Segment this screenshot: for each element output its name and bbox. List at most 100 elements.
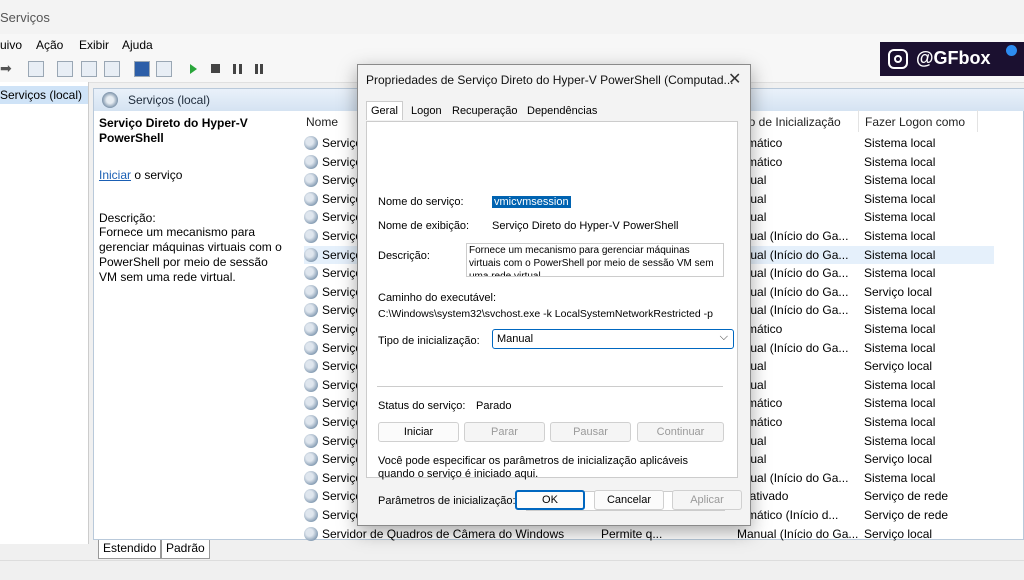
- service-gear-icon: [304, 210, 318, 225]
- description-text: Fornece um mecanismo para gerenciar máqu…: [99, 225, 282, 284]
- menu-help[interactable]: Ajuda: [122, 38, 153, 52]
- service-logon: Sistema local: [864, 303, 936, 318]
- service-logon: Serviço de rede: [864, 508, 949, 522]
- display-name-value[interactable]: Serviço Direto do Hyper-V PowerShell: [492, 220, 678, 232]
- service-startup-type: anual (Início do Ga...: [737, 470, 849, 485]
- tab-general[interactable]: Geral: [366, 101, 403, 120]
- close-icon[interactable]: ✕: [728, 69, 741, 89]
- service-gear-icon: [304, 489, 318, 504]
- tab-extended[interactable]: Estendido: [98, 540, 162, 559]
- service-name: Serviço: [322, 433, 363, 448]
- service-logon: Sistema local: [864, 396, 936, 411]
- service-logon: Sistema local: [864, 247, 936, 262]
- service-gear-icon: [304, 470, 318, 485]
- continue-button[interactable]: Continuar: [637, 422, 724, 442]
- play-icon[interactable]: [190, 64, 197, 74]
- service-name: Serviço: [322, 340, 363, 355]
- title-bar: Serviços: [0, 0, 1024, 34]
- cancel-button[interactable]: Cancelar: [594, 490, 664, 510]
- divider: [377, 386, 723, 387]
- service-name-value[interactable]: vmicvmsession: [492, 196, 571, 208]
- stop-button[interactable]: Parar: [464, 422, 545, 442]
- ok-button[interactable]: OK: [515, 490, 585, 510]
- tab-logon[interactable]: Logon: [411, 105, 442, 117]
- stop-icon[interactable]: [211, 64, 220, 73]
- service-gear-icon: [304, 173, 318, 188]
- status-bar: [0, 560, 1024, 580]
- service-name: Serviço: [322, 452, 363, 467]
- refresh-icon[interactable]: [81, 61, 97, 77]
- service-gear-icon: [304, 136, 318, 150]
- export-list-icon[interactable]: [104, 61, 120, 77]
- help-icon[interactable]: [134, 61, 150, 77]
- service-logon: Sistema local: [864, 229, 936, 243]
- dialog-title: Propriedades de Serviço Direto do Hyper-…: [366, 73, 734, 87]
- startup-type-label: Tipo de inicialização:: [378, 335, 480, 347]
- service-logon: Sistema local: [864, 136, 936, 150]
- general-tab-panel: Nome do serviço: vmicvmsession Nome de e…: [366, 121, 738, 511]
- service-name: Serviço: [322, 396, 363, 411]
- service-logon: Sistema local: [864, 191, 936, 206]
- service-gear-icon: [304, 359, 318, 374]
- forward-arrow-icon[interactable]: ➡: [0, 60, 12, 77]
- service-logon: Serviço local: [864, 526, 933, 541]
- tab-recovery[interactable]: Recuperação: [452, 105, 517, 117]
- start-service-link[interactable]: Iniciar: [99, 168, 131, 182]
- badge-text: @GFbox: [916, 48, 991, 68]
- pause-button[interactable]: Pausar: [550, 422, 631, 442]
- description-textbox[interactable]: Fornece um mecanismo para gerenciar máqu…: [466, 243, 724, 277]
- panel-header-title: Serviços (local): [128, 93, 211, 107]
- view-tabs: Estendido Padrão: [93, 540, 1024, 560]
- service-startup-type: anual (Início do Ga...: [737, 340, 849, 355]
- service-gear-icon: [304, 303, 318, 318]
- service-logon: Sistema local: [864, 377, 936, 392]
- verified-icon: [1006, 45, 1017, 56]
- tab-dependencies[interactable]: Dependências: [527, 105, 597, 117]
- tab-standard[interactable]: Padrão: [161, 540, 210, 559]
- console-tree: Serviços (local): [0, 82, 89, 544]
- restart-icon[interactable]: [255, 64, 263, 74]
- apply-button[interactable]: Aplicar: [672, 490, 742, 510]
- service-name: Serviço: [322, 508, 363, 522]
- service-logon: Serviço local: [864, 452, 933, 467]
- service-logon: Sistema local: [864, 470, 936, 485]
- service-name: Serviço: [322, 191, 363, 206]
- menu-file[interactable]: uivo: [0, 38, 22, 52]
- properties-icon[interactable]: [156, 61, 172, 77]
- service-startup-type: anual (Início do Ga...: [737, 284, 849, 299]
- service-name: Serviço: [322, 210, 363, 225]
- service-name: Serviço: [322, 284, 363, 299]
- service-startup-type: anual (Início do Ga...: [737, 247, 849, 262]
- show-hide-icon[interactable]: [57, 61, 73, 77]
- column-header-logon[interactable]: Fazer Logon como: [865, 115, 965, 129]
- start-params-label: Parâmetros de inicialização:: [378, 495, 516, 507]
- service-name: Serviço: [322, 266, 363, 281]
- startup-type-select[interactable]: Manual ⌵: [492, 329, 734, 349]
- column-header-name[interactable]: Nome: [306, 115, 338, 129]
- service-name: Serviço: [322, 489, 363, 504]
- instagram-icon: [888, 49, 908, 69]
- service-name: Serviço: [322, 377, 363, 392]
- service-gear-icon: [304, 266, 318, 281]
- service-name: Servidor de Quadros de Câmera do Windows: [322, 526, 565, 541]
- column-header-startup[interactable]: po de Inicialização: [742, 115, 841, 129]
- service-logon: Serviço local: [864, 284, 933, 299]
- menu-action[interactable]: Ação: [36, 38, 63, 52]
- column-divider[interactable]: [858, 110, 859, 132]
- executable-path-label: Caminho do executável:: [378, 292, 497, 304]
- tree-item-services-local[interactable]: Serviços (local): [0, 86, 88, 104]
- menu-view[interactable]: Exibir: [79, 38, 109, 52]
- executable-path-value: C:\Windows\system32\svchost.exe -k Local…: [378, 308, 713, 320]
- service-name: Serviço: [322, 173, 363, 188]
- service-gear-icon: [304, 284, 318, 299]
- service-name: Serviço: [322, 470, 363, 485]
- service-gear-icon: [304, 247, 318, 262]
- service-gear-icon: [304, 229, 318, 243]
- start-button[interactable]: Iniciar: [378, 422, 459, 442]
- column-divider[interactable]: [977, 110, 978, 132]
- service-name: Serviço: [322, 247, 363, 262]
- console-tree-icon[interactable]: [28, 61, 44, 77]
- menu-bar: uivo Ação Exibir Ajuda: [0, 34, 1024, 56]
- services-gear-icon: [102, 92, 118, 108]
- pause-icon[interactable]: [233, 64, 242, 74]
